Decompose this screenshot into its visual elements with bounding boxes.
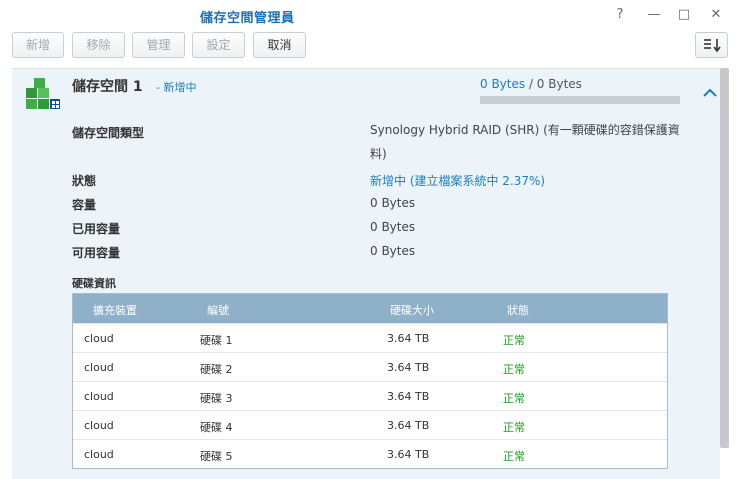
- sort-icon: [704, 39, 721, 53]
- cell-status: 正常: [503, 363, 525, 376]
- column-header-size[interactable]: 硬碟大小: [390, 302, 434, 318]
- table-row[interactable]: cloud 硬碟 2 3.64 TB 正常: [73, 352, 667, 381]
- detail-label-status: 狀態: [72, 174, 97, 188]
- usage-total: 0 Bytes: [536, 77, 582, 91]
- detail-value-capacity: 0 Bytes: [370, 196, 416, 210]
- usage-bar: [480, 96, 680, 104]
- minimize-icon[interactable]: —: [644, 5, 664, 25]
- sort-button[interactable]: [695, 32, 728, 58]
- cell-disk: 硬碟 3: [200, 392, 233, 405]
- cell-device: cloud: [84, 419, 114, 432]
- manage-button[interactable]: 管理: [132, 32, 185, 58]
- detail-label-used: 已用容量: [72, 222, 121, 236]
- volume-cubes-icon: [26, 78, 60, 109]
- cell-size: 3.64 TB: [387, 448, 430, 461]
- column-header-status[interactable]: 狀態: [507, 302, 529, 318]
- cell-device: cloud: [84, 332, 114, 345]
- cell-device: cloud: [84, 361, 114, 374]
- detail-label-available: 可用容量: [72, 246, 121, 260]
- column-header-disk[interactable]: 編號: [207, 302, 229, 318]
- detail-value-used: 0 Bytes: [370, 220, 416, 234]
- disk-info-title: 硬碟資訊: [72, 277, 116, 290]
- detail-value-available: 0 Bytes: [370, 244, 416, 258]
- cell-status: 正常: [503, 421, 525, 434]
- usage-separator: /: [525, 77, 537, 91]
- title-bar: 儲存空間管理員 ? — □ ✕: [0, 0, 736, 30]
- usage-used: 0 Bytes: [480, 77, 526, 91]
- table-row[interactable]: cloud 硬碟 1 3.64 TB 正常: [73, 323, 667, 352]
- volume-status: - 新增中: [156, 81, 197, 94]
- disk-table: 擴充裝置 編號 硬碟大小 狀態 cloud 硬碟 1 3.64 TB 正常 cl…: [72, 293, 668, 469]
- column-header-device[interactable]: 擴充裝置: [93, 302, 137, 318]
- detail-value-type: Synology Hybrid RAID (SHR) (有一顆硬碟的容錯保護資料…: [370, 123, 680, 161]
- detail-label-type: 儲存空間類型: [72, 126, 145, 140]
- help-icon[interactable]: ?: [610, 5, 630, 25]
- cell-size: 3.64 TB: [387, 390, 430, 403]
- scrollbar[interactable]: [720, 68, 729, 448]
- cell-device: cloud: [84, 448, 114, 461]
- usage-text: 0 Bytes / 0 Bytes: [480, 77, 582, 91]
- remove-button[interactable]: 移除: [72, 32, 125, 58]
- cell-disk: 硬碟 1: [200, 334, 233, 347]
- table-row[interactable]: cloud 硬碟 3 3.64 TB 正常: [73, 381, 667, 410]
- add-button[interactable]: 新增: [12, 32, 64, 58]
- settings-button[interactable]: 設定: [192, 32, 245, 58]
- cell-status: 正常: [503, 450, 525, 463]
- chevron-up-icon[interactable]: [700, 86, 720, 100]
- table-row[interactable]: cloud 硬碟 5 3.64 TB 正常: [73, 439, 667, 468]
- cell-size: 3.64 TB: [387, 419, 430, 432]
- table-row[interactable]: cloud 硬碟 4 3.64 TB 正常: [73, 410, 667, 439]
- cell-status: 正常: [503, 392, 525, 405]
- cell-disk: 硬碟 2: [200, 363, 233, 376]
- close-icon[interactable]: ✕: [706, 5, 726, 25]
- table-header: 擴充裝置 編號 硬碟大小 狀態: [73, 294, 667, 323]
- cell-device: cloud: [84, 390, 114, 403]
- detail-label-capacity: 容量: [72, 198, 97, 212]
- cell-disk: 硬碟 4: [200, 421, 233, 434]
- toolbar: 新增 移除 管理 設定 取消: [0, 30, 736, 64]
- window-title: 儲存空間管理員: [200, 11, 295, 26]
- detail-value-status: 新增中 (建立檔案系統中 2.37%): [370, 174, 546, 188]
- cell-size: 3.64 TB: [387, 361, 430, 374]
- cell-size: 3.64 TB: [387, 332, 430, 345]
- maximize-icon[interactable]: □: [674, 5, 694, 25]
- cell-status: 正常: [503, 334, 525, 347]
- volume-name: 儲存空間 1: [72, 79, 143, 95]
- cancel-button[interactable]: 取消: [253, 32, 306, 58]
- cell-disk: 硬碟 5: [200, 450, 233, 463]
